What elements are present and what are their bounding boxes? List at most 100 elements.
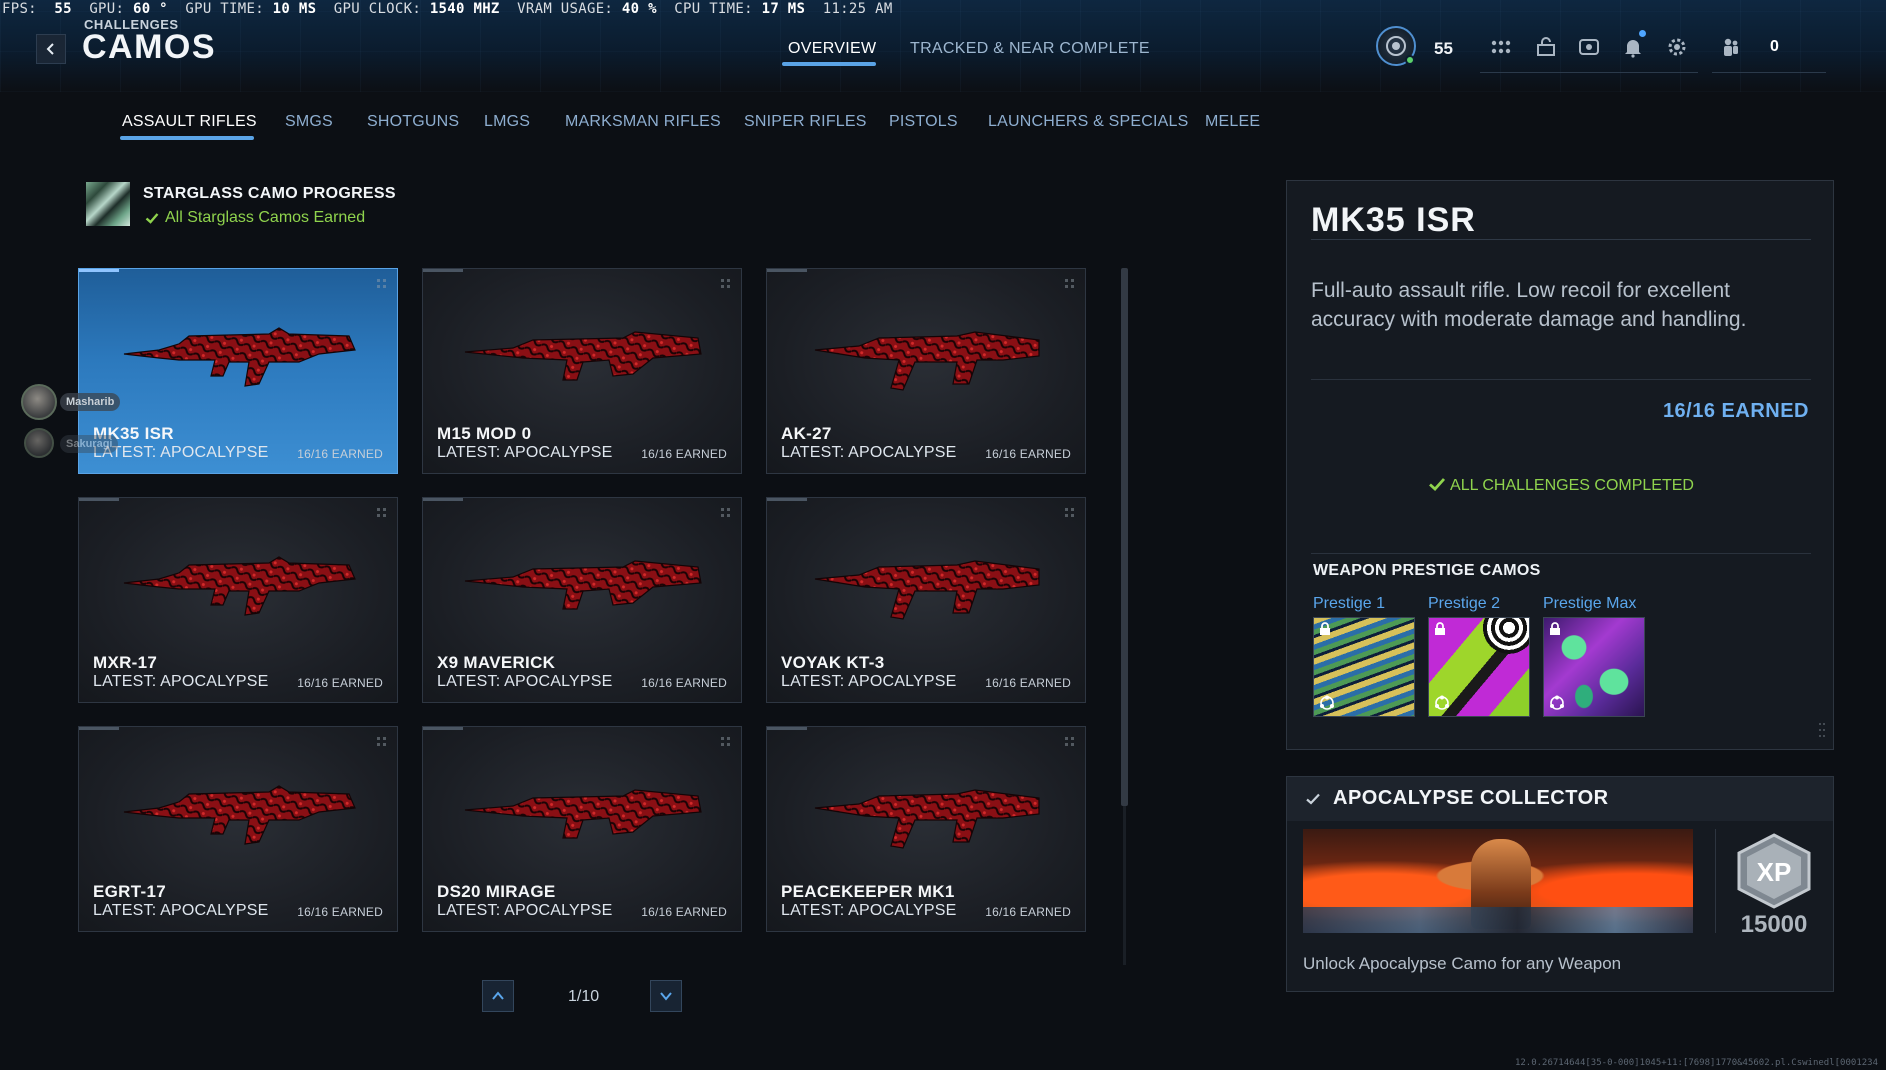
card-progress-bar xyxy=(79,498,119,501)
performance-overlay: FPS: 55 GPU: 60 ° GPU TIME: 10 MS GPU CL… xyxy=(2,1,893,17)
starglass-status: All Starglass Camos Earned xyxy=(145,209,365,227)
social-icon[interactable] xyxy=(1576,34,1602,60)
chevron-left-icon xyxy=(46,43,54,55)
card-progress-bar xyxy=(423,727,463,730)
card-progress-bar xyxy=(79,269,119,272)
xp-reward-amount: 15000 xyxy=(1740,911,1808,938)
weapon-card[interactable]: PEACEKEEPER MK1 LATEST: APOCALYPSE 16/16 E… xyxy=(766,726,1086,932)
category-tab-lmgs[interactable]: LMGS xyxy=(484,113,530,131)
earned-count: 16/16 EARNED xyxy=(985,447,1071,461)
lock-icon xyxy=(1320,622,1330,635)
weapon-name: VOYAK KT-3 xyxy=(781,653,885,672)
header-divider xyxy=(1480,72,1698,73)
grip-dots-icon xyxy=(1065,279,1074,288)
prestige-label: Prestige Max xyxy=(1543,595,1637,612)
prestige-emblem-icon xyxy=(1550,695,1564,710)
category-tab-melee[interactable]: MELEE xyxy=(1205,113,1260,131)
grip-dots-icon xyxy=(721,737,730,746)
latest-camo: LATEST: APOCALYPSE xyxy=(781,902,957,919)
header-divider xyxy=(1712,72,1826,73)
card-progress-bar xyxy=(767,498,807,501)
friend-name: Sakuragi xyxy=(60,435,119,453)
weapon-name: X9 MAVERICK xyxy=(437,653,556,672)
category-tab-sniper-rifles[interactable]: SNIPER RIFLES xyxy=(744,113,867,131)
latest-camo: LATEST: APOCALYPSE xyxy=(93,902,269,919)
earned-count: 16/16 EARNED xyxy=(641,447,727,461)
page-title: CAMOS xyxy=(82,28,217,66)
party-icon[interactable] xyxy=(1718,34,1744,60)
party-count: 0 xyxy=(1770,38,1779,55)
category-tab-assault-rifles[interactable]: ASSAULT RIFLES xyxy=(122,113,257,131)
category-tab-smgs[interactable]: SMGS xyxy=(285,113,333,131)
weapon-image xyxy=(123,556,356,616)
grid-scrollbar[interactable] xyxy=(1121,268,1128,806)
page-indicator: 1/10 xyxy=(568,988,600,1005)
prestige-emblem-icon xyxy=(1435,695,1449,710)
weapon-card[interactable]: MK35 ISR LATEST: APOCALYPSE 16/16 EARNED xyxy=(78,268,398,474)
lock-icon xyxy=(1550,622,1560,635)
prestige-camo-1[interactable]: Prestige 1 xyxy=(1313,595,1415,717)
apps-grid-icon[interactable] xyxy=(1488,34,1514,60)
grip-dots-icon xyxy=(377,279,386,288)
friend-avatar[interactable] xyxy=(21,384,57,420)
challenge-description: Unlock Apocalypse Camo for any Weapon xyxy=(1303,954,1622,973)
category-tab-pistols[interactable]: PISTOLS xyxy=(889,113,958,131)
latest-camo: LATEST: APOCALYPSE xyxy=(93,673,269,690)
all-challenges-complete: ALL CHALLENGES COMPLETED xyxy=(1287,475,1835,495)
friend-name: Masharib xyxy=(60,393,121,411)
weapon-detail-panel: MK35 ISR Full-auto assault rifle. Low re… xyxy=(1286,180,1834,750)
prestige-camo-2[interactable]: Prestige 2 xyxy=(1428,595,1530,717)
card-progress-bar xyxy=(767,269,807,272)
detail-weapon-name: MK35 ISR xyxy=(1311,201,1476,239)
challenge-card[interactable]: APOCALYPSE COLLECTOR XP 15000 Unlock Apo… xyxy=(1286,776,1834,992)
grip-dots-icon xyxy=(1065,508,1074,517)
page-up-button[interactable] xyxy=(482,980,514,1012)
rank-emblem-icon xyxy=(1386,36,1406,56)
all-complete-text: ALL CHALLENGES COMPLETED xyxy=(1450,477,1694,494)
settings-gear-icon[interactable] xyxy=(1664,34,1690,60)
prestige-swatch xyxy=(1543,617,1645,717)
detail-earned-count: 16/16 EARNED xyxy=(1662,400,1809,422)
grip-dots-icon xyxy=(721,508,730,517)
challenge-header: APOCALYPSE COLLECTOR xyxy=(1287,777,1833,821)
category-tab-shotguns[interactable]: SHOTGUNS xyxy=(367,113,459,131)
weapon-card[interactable]: MXR-17 LATEST: APOCALYPSE 16/16 EARNED xyxy=(78,497,398,703)
prestige-emblem-icon xyxy=(1320,695,1334,710)
tab-tracked-near-complete[interactable]: TRACKED & NEAR COMPLETE xyxy=(910,40,1150,58)
weapon-image xyxy=(814,789,1040,849)
friend-avatar[interactable] xyxy=(24,428,54,458)
resize-grip-icon xyxy=(1819,723,1825,737)
back-button[interactable] xyxy=(36,34,66,64)
weapon-image xyxy=(464,560,702,610)
weapon-image xyxy=(814,331,1040,391)
weapon-name: AK-27 xyxy=(781,424,832,443)
store-icon[interactable] xyxy=(1533,34,1559,60)
grip-dots-icon xyxy=(377,737,386,746)
xp-badge-icon: XP xyxy=(1737,833,1811,909)
weapon-description: Full-auto assault rifle. Low recoil for … xyxy=(1311,279,1747,331)
rank-badge-icon[interactable] xyxy=(1376,26,1416,66)
weapon-name: DS20 MIRAGE xyxy=(437,882,556,901)
build-info: 12.0.26714644[35-0-000]1045+11:[7698]177… xyxy=(1514,1058,1878,1068)
weapon-card[interactable]: M15 MOD 0 LATEST: APOCALYPSE 16/16 EARNED xyxy=(422,268,742,474)
artwork-floor xyxy=(1303,907,1693,933)
page-down-button[interactable] xyxy=(650,980,682,1012)
prestige-label: Prestige 2 xyxy=(1428,595,1501,612)
weapon-card[interactable]: EGRT-17 LATEST: APOCALYPSE 16/16 EARNED xyxy=(78,726,398,932)
category-tab-launchers-specials[interactable]: LAUNCHERS & SPECIALS xyxy=(988,113,1189,131)
weapon-card[interactable]: DS20 MIRAGE LATEST: APOCALYPSE 16/16 EARNE… xyxy=(422,726,742,932)
prestige-camo-max[interactable]: Prestige Max xyxy=(1543,595,1645,717)
weapon-card[interactable]: X9 MAVERICK LATEST: APOCALYPSE 16/16 EARNE… xyxy=(422,497,742,703)
latest-camo: LATEST: APOCALYPSE xyxy=(93,444,269,461)
prestige-camos-heading: WEAPON PRESTIGE CAMOS xyxy=(1313,562,1541,579)
tab-overview[interactable]: OVERVIEW xyxy=(788,40,876,58)
weapon-name: M15 MOD 0 xyxy=(437,424,532,443)
challenge-title: APOCALYPSE COLLECTOR xyxy=(1333,787,1609,809)
card-progress-bar xyxy=(423,498,463,501)
weapon-card[interactable]: VOYAK KT-3 LATEST: APOCALYPSE 16/16 EARNED xyxy=(766,497,1086,703)
category-tab-marksman-rifles[interactable]: MARKSMAN RIFLES xyxy=(565,113,721,131)
latest-camo: LATEST: APOCALYPSE xyxy=(781,444,957,461)
notifications-bell-icon[interactable] xyxy=(1620,30,1646,60)
latest-camo: LATEST: APOCALYPSE xyxy=(781,673,957,690)
weapon-card[interactable]: AK-27 LATEST: APOCALYPSE 16/16 EARNED xyxy=(766,268,1086,474)
